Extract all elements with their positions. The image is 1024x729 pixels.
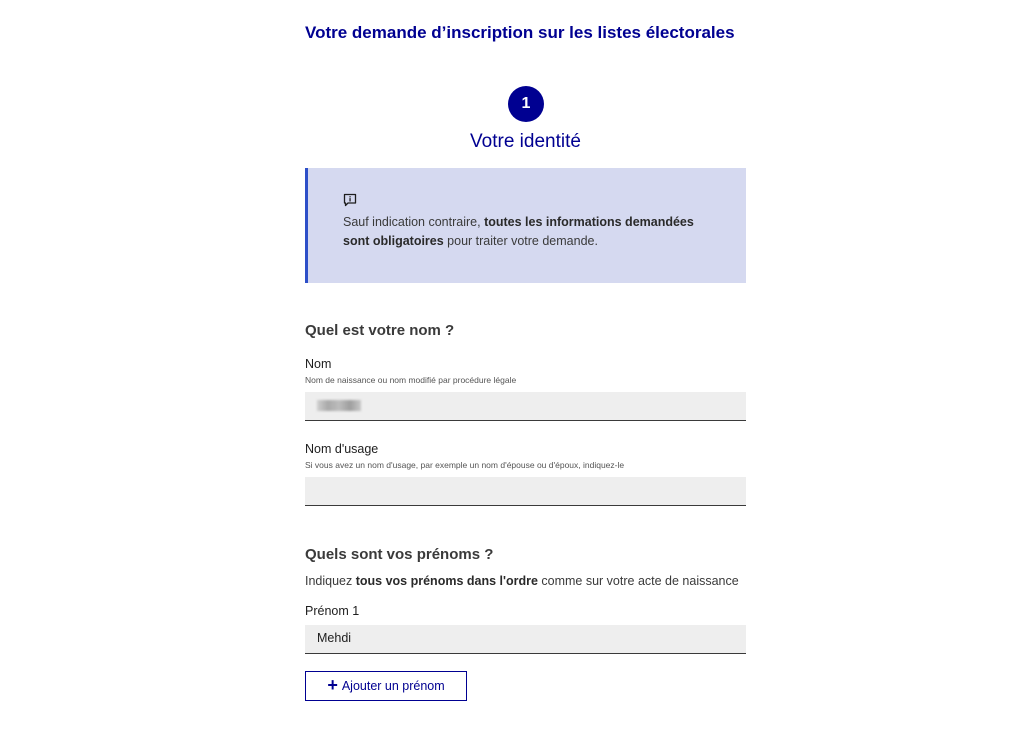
name-section-title: Quel est votre nom ?: [305, 322, 455, 339]
step-title: Votre identité: [470, 131, 581, 152]
add-prenom-button[interactable]: + Ajouter un prénom: [305, 671, 467, 701]
info-callout: Sauf indication contraire, toutes les in…: [305, 168, 746, 283]
prenoms-section-title: Quels sont vos prénoms ?: [305, 546, 494, 563]
nom-input[interactable]: [305, 392, 746, 421]
nom-redacted-value: [317, 400, 361, 411]
plus-icon: +: [327, 675, 338, 695]
add-prenom-label: Ajouter un prénom: [341, 679, 445, 693]
prenoms-intro: Indiquez tous vos prénoms dans l'ordre c…: [305, 574, 739, 588]
nom-hint: Nom de naissance ou nom modifié par proc…: [305, 375, 517, 385]
nom-usage-hint: Si vous avez un nom d'usage, par exemple…: [305, 460, 625, 470]
prenoms-intro-bold: tous vos prénoms dans l'ordre: [355, 574, 538, 588]
step-number-badge: 1: [508, 86, 544, 122]
info-text-start: Sauf indication contraire,: [343, 215, 485, 229]
nom-usage-input[interactable]: [305, 477, 746, 506]
prenoms-intro-end: comme sur votre acte de naissance: [537, 574, 739, 588]
prenoms-intro-start: Indiquez: [305, 574, 356, 588]
info-text-end: pour traiter votre demande.: [443, 234, 598, 248]
page: Votre demande d’inscription sur les list…: [0, 0, 1024, 729]
info-icon: [343, 193, 357, 207]
prenom-1-label: Prénom 1: [305, 604, 360, 618]
prenom-1-input[interactable]: Mehdi: [305, 625, 746, 654]
info-text: Sauf indication contraire, toutes les in…: [343, 213, 713, 251]
form-title: Votre demande d’inscription sur les list…: [305, 23, 735, 42]
nom-usage-label: Nom d'usage: [305, 442, 379, 456]
nom-label: Nom: [305, 357, 332, 371]
